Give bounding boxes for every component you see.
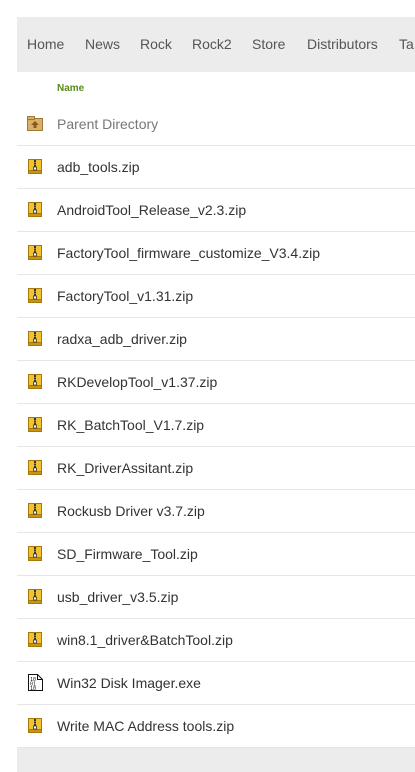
file-link[interactable]: Write MAC Address tools.zip xyxy=(57,718,234,734)
file-listing: Name Parent Directory adb_tools.zip Andro… xyxy=(17,72,415,748)
file-row[interactable]: SD_Firmware_Tool.zip xyxy=(17,533,415,576)
file-row[interactable]: RKDevelopTool_v1.37.zip xyxy=(17,361,415,404)
file-link[interactable]: AndroidTool_Release_v2.3.zip xyxy=(57,202,246,218)
zip-archive-icon xyxy=(28,632,42,647)
parent-directory-link[interactable]: Parent Directory xyxy=(57,116,158,132)
file-row[interactable]: Write MAC Address tools.zip xyxy=(17,705,415,748)
binary-file-icon: 100110 xyxy=(28,674,43,691)
zip-archive-icon xyxy=(28,245,42,260)
footer-bar xyxy=(17,748,415,772)
file-row[interactable]: RK_DriverAssitant.zip xyxy=(17,447,415,490)
nav-home[interactable]: Home xyxy=(27,17,64,72)
file-link[interactable]: RK_DriverAssitant.zip xyxy=(57,460,193,476)
zip-archive-icon xyxy=(28,460,42,475)
nav-news[interactable]: News xyxy=(85,17,120,72)
svg-text:10: 10 xyxy=(30,686,36,691)
zip-archive-icon xyxy=(28,374,42,389)
nav-rock2[interactable]: Rock2 xyxy=(192,17,232,72)
nav-distributors[interactable]: Distributors xyxy=(307,17,378,72)
zip-archive-icon xyxy=(28,331,42,346)
file-link[interactable]: win8.1_driver&BatchTool.zip xyxy=(57,632,233,648)
file-row[interactable]: radxa_adb_driver.zip xyxy=(17,318,415,361)
file-row[interactable]: win8.1_driver&BatchTool.zip xyxy=(17,619,415,662)
file-link[interactable]: Rockusb Driver v3.7.zip xyxy=(57,503,205,519)
nav-rock[interactable]: Rock xyxy=(140,17,172,72)
file-link[interactable]: RKDevelopTool_v1.37.zip xyxy=(57,374,217,390)
zip-archive-icon xyxy=(28,503,42,518)
file-row[interactable]: AndroidTool_Release_v2.3.zip xyxy=(17,189,415,232)
zip-archive-icon xyxy=(28,202,42,217)
file-row[interactable]: 10 01 10 Win32 Disk Imager.exe xyxy=(17,662,415,705)
file-row[interactable]: usb_driver_v3.5.zip xyxy=(17,576,415,619)
file-link[interactable]: usb_driver_v3.5.zip xyxy=(57,589,178,605)
nav-store[interactable]: Store xyxy=(252,17,285,72)
file-link[interactable]: adb_tools.zip xyxy=(57,159,140,175)
zip-archive-icon xyxy=(28,417,42,432)
file-row[interactable]: Rockusb Driver v3.7.zip xyxy=(17,490,415,533)
file-row[interactable]: RK_BatchTool_V1.7.zip xyxy=(17,404,415,447)
file-link[interactable]: FactoryTool_firmware_customize_V3.4.zip xyxy=(57,245,320,261)
file-row[interactable]: FactoryTool_v1.31.zip xyxy=(17,275,415,318)
file-link[interactable]: radxa_adb_driver.zip xyxy=(57,331,187,347)
zip-archive-icon xyxy=(28,589,42,604)
parent-folder-icon xyxy=(27,116,43,131)
column-header-name[interactable]: Name xyxy=(57,83,84,94)
file-row[interactable]: adb_tools.zip xyxy=(17,146,415,189)
zip-archive-icon xyxy=(28,718,42,733)
zip-archive-icon xyxy=(28,159,42,174)
parent-directory-row[interactable]: Parent Directory xyxy=(17,103,415,146)
nav-ta[interactable]: Ta xyxy=(399,17,414,72)
file-row[interactable]: FactoryTool_firmware_customize_V3.4.zip xyxy=(17,232,415,275)
top-nav: Home News Rock Rock2 Store Distributors … xyxy=(17,17,415,72)
zip-archive-icon xyxy=(28,288,42,303)
zip-archive-icon xyxy=(28,546,42,561)
file-link[interactable]: Win32 Disk Imager.exe xyxy=(57,675,201,691)
file-link[interactable]: SD_Firmware_Tool.zip xyxy=(57,546,198,562)
table-header: Name xyxy=(17,72,415,103)
file-link[interactable]: FactoryTool_v1.31.zip xyxy=(57,288,193,304)
file-link[interactable]: RK_BatchTool_V1.7.zip xyxy=(57,417,204,433)
